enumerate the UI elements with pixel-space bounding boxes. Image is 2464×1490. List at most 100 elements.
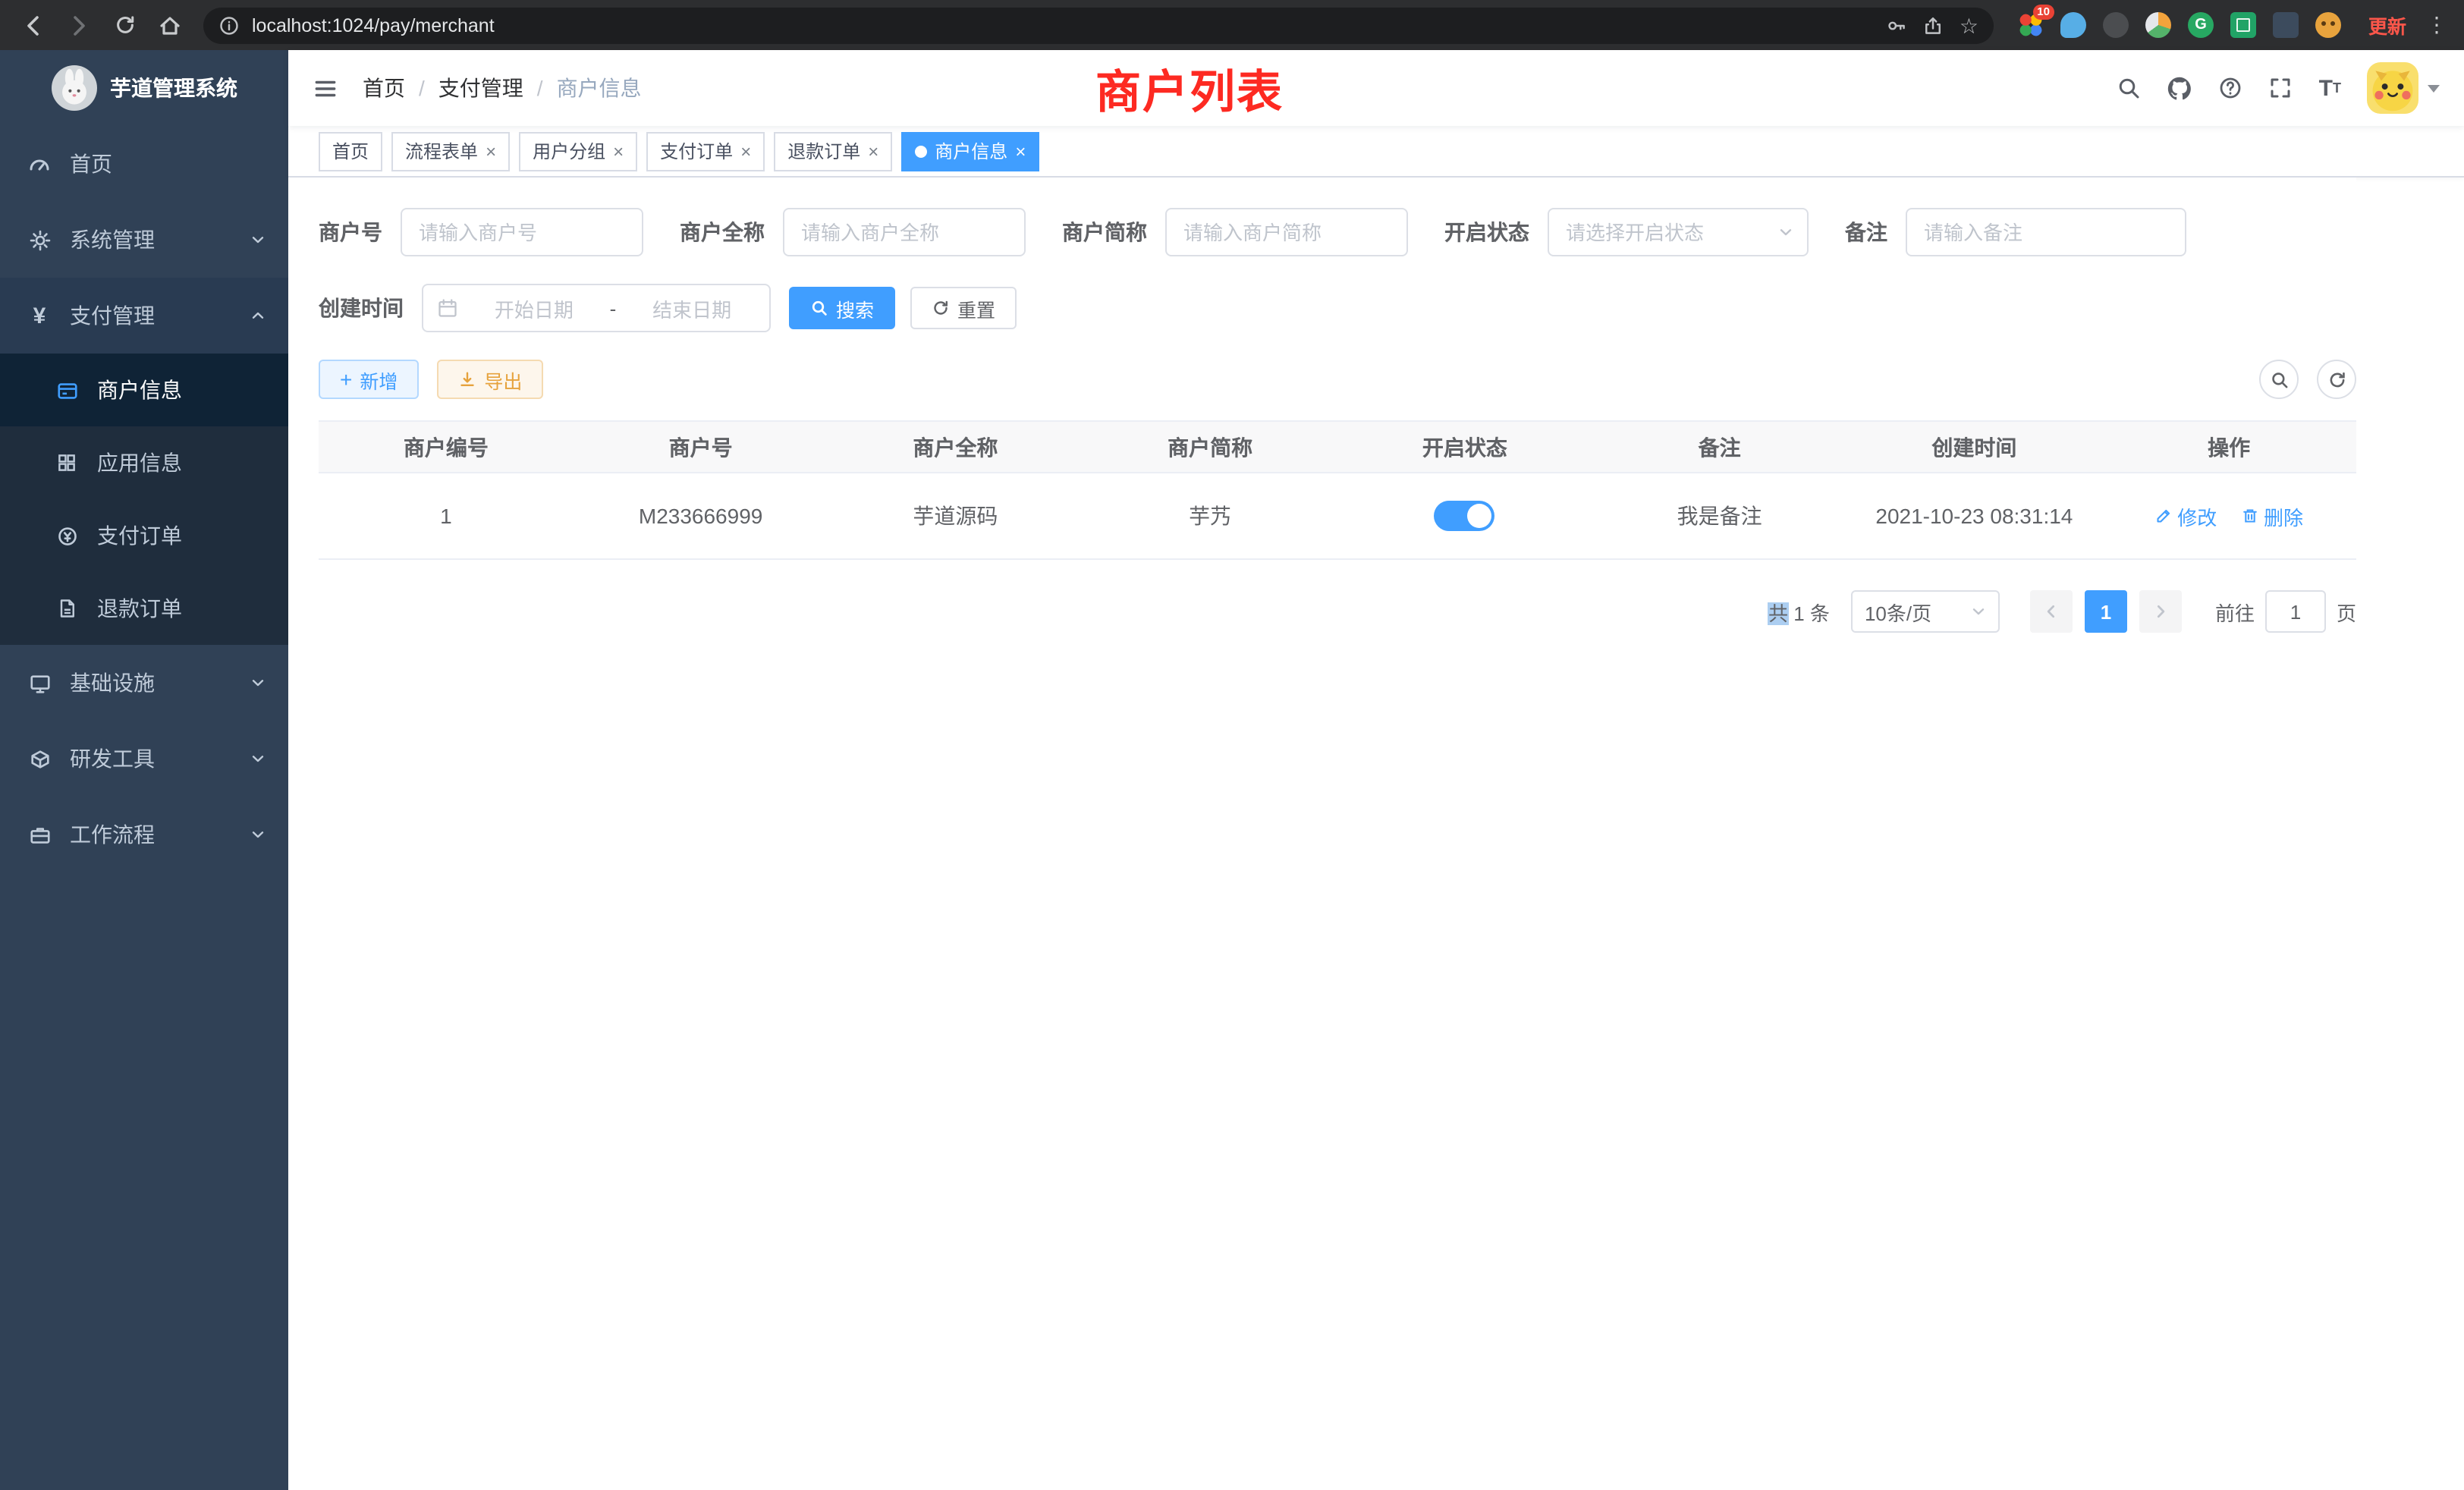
sidebar-item-label: 支付管理 [70,300,155,331]
tab-merchant-info[interactable]: 商户信息 × [901,131,1039,171]
tab-refund-order[interactable]: 退款订单 × [774,131,892,171]
extension-icon-8[interactable] [2315,12,2341,38]
browser-toolbar: localhost:1024/pay/merchant ☆ 10 G [0,0,2464,50]
status-select[interactable] [1548,208,1809,256]
extension-icon-4[interactable] [2145,12,2171,38]
hamburger-icon[interactable] [313,75,338,101]
tab-pay-order[interactable]: 支付订单 × [646,131,765,171]
create-time-range-picker[interactable]: 开始日期 - 结束日期 [422,284,771,332]
close-icon[interactable]: × [868,142,878,160]
date-end-placeholder[interactable]: 结束日期 [628,294,756,322]
sidebar-item-label: 商户信息 [97,375,182,405]
sidebar-item-pay-order[interactable]: 支付订单 [0,499,288,572]
tab-home[interactable]: 首页 [319,131,382,171]
refresh-table-button[interactable] [2317,360,2356,399]
page-size-select[interactable]: 10条/页 [1851,590,2000,633]
col-merchant-no: 商户号 [574,421,828,473]
next-page-button[interactable] [2139,590,2182,633]
delete-link[interactable]: 删除 [2241,501,2303,530]
merchant-table: 商户编号 商户号 商户全称 商户简称 开启状态 备注 创建时间 操作 1 [319,420,2356,560]
sidebar-item-refund-order[interactable]: 退款订单 [0,572,288,645]
cell-remark: 我是备注 [1592,473,1847,559]
sidebar-item-merchant-info[interactable]: 商户信息 [0,354,288,426]
address-bar[interactable]: localhost:1024/pay/merchant ☆ [203,7,1994,43]
sidebar-item-label: 退款订单 [97,593,182,624]
sidebar-item-label: 系统管理 [70,225,155,255]
font-size-icon[interactable]: TT [2319,77,2341,99]
chevron-down-icon [1969,602,1988,621]
date-separator: - [610,297,617,319]
refresh-icon [2327,369,2346,389]
export-button[interactable]: 导出 [437,360,543,399]
sidebar-item-label: 应用信息 [97,448,182,478]
extension-icon-1[interactable]: 10 [2018,12,2044,38]
search-button[interactable]: 搜索 [789,287,895,329]
sidebar-item-devtools[interactable]: 研发工具 [0,721,288,797]
chevron-up-icon [249,306,267,325]
close-icon[interactable]: × [486,142,496,160]
sidebar-item-label: 工作流程 [70,819,155,850]
cell-actions: 修改 删除 [2101,473,2356,559]
browser-forward-button[interactable] [58,4,100,46]
github-icon[interactable] [2167,75,2193,101]
active-tab-dot [915,145,927,157]
close-icon[interactable]: × [613,142,624,160]
extension-icon-7[interactable] [2273,12,2299,38]
password-key-icon[interactable] [1887,14,1908,36]
date-start-placeholder[interactable]: 开始日期 [470,294,598,322]
search-icon [2269,369,2289,389]
share-icon[interactable] [1923,14,1944,36]
breadcrumb-home[interactable]: 首页 [363,73,405,103]
add-button[interactable]: + 新增 [319,360,419,399]
sidebar-item-workflow[interactable]: 工作流程 [0,797,288,872]
extension-badge: 10 [2032,5,2054,20]
extension-icon-3[interactable] [2103,12,2129,38]
sidebar-item-label: 首页 [70,149,112,179]
search-icon[interactable] [2117,76,2142,100]
tab-process-form[interactable]: 流程表单 × [391,131,510,171]
browser-reload-button[interactable] [103,4,146,46]
sidebar-item-home[interactable]: 首页 [0,126,288,202]
extension-icon-5[interactable]: G [2188,12,2214,38]
cell-create-time: 2021-10-23 08:31:14 [1847,473,2102,559]
browser-back-button[interactable] [12,4,55,46]
browser-home-button[interactable] [149,4,191,46]
help-icon[interactable] [2219,76,2243,100]
close-icon[interactable]: × [1015,142,1026,160]
col-remark: 备注 [1592,421,1847,473]
col-actions: 操作 [2101,421,2356,473]
prev-page-button[interactable] [2030,590,2073,633]
payment-submenu: 商户信息 应用信息 支付订单 [0,354,288,645]
merchant-no-input[interactable] [401,208,643,256]
fullscreen-icon[interactable] [2269,76,2293,100]
show-search-toggle-button[interactable] [2259,360,2299,399]
goto-page-input[interactable] [2265,590,2326,633]
extension-icon-6[interactable] [2230,12,2256,38]
sidebar-item-app-info[interactable]: 应用信息 [0,426,288,499]
sidebar-item-infrastructure[interactable]: 基础设施 [0,645,288,721]
sidebar: 芋道管理系统 首页 系统管理 ¥ 支付管理 [0,50,288,1490]
edit-link[interactable]: 修改 [2154,501,2217,530]
user-avatar[interactable] [2367,62,2440,114]
remark-input[interactable] [1906,208,2186,256]
cell-merchant-id: 1 [319,473,574,559]
page-number-1[interactable]: 1 [2085,590,2127,633]
close-icon[interactable]: × [740,142,751,160]
browser-menu-icon[interactable]: ⋮ [2422,12,2452,38]
reset-button[interactable]: 重置 [910,287,1017,329]
briefcase-icon [27,822,52,847]
grid-icon [55,451,79,475]
sidebar-item-payment[interactable]: ¥ 支付管理 [0,278,288,354]
browser-update-button[interactable]: 更新 [2356,6,2418,44]
full-name-input[interactable] [783,208,1026,256]
sidebar-item-system[interactable]: 系统管理 [0,202,288,278]
short-name-input[interactable] [1165,208,1408,256]
site-info-icon[interactable] [218,14,240,36]
bookmark-star-icon[interactable]: ☆ [1960,14,1978,36]
status-toggle[interactable] [1435,501,1495,531]
app-logo[interactable]: 芋道管理系统 [0,50,288,126]
breadcrumb-section[interactable]: 支付管理 [438,73,523,103]
extension-icon-2[interactable] [2060,12,2086,38]
tab-user-group[interactable]: 用户分组 × [519,131,637,171]
col-create-time: 创建时间 [1847,421,2102,473]
